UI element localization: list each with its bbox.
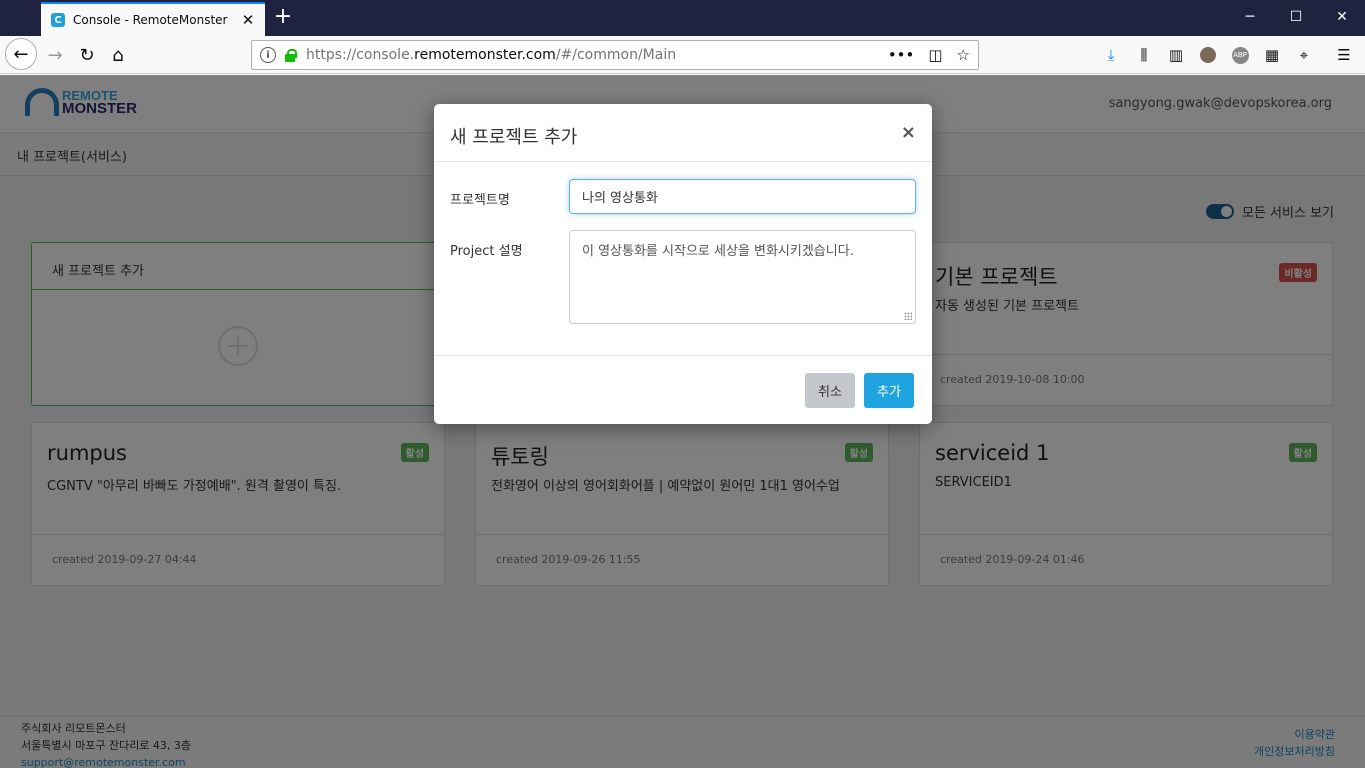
resize-grip-icon[interactable] (904, 312, 912, 320)
tab-title: Console - RemoteMonster (73, 13, 228, 27)
minimize-window-icon[interactable]: ─ (1227, 0, 1273, 34)
project-name-input[interactable] (569, 179, 916, 214)
url-text[interactable]: https://console.remotemonster.com/#/comm… (306, 47, 888, 63)
project-description-label: Project 설명 (450, 244, 523, 259)
new-tab-icon[interactable]: + (271, 4, 295, 30)
reload-icon[interactable]: ↻ (72, 40, 102, 70)
lock-icon (284, 49, 297, 62)
profile-avatar-icon[interactable] (1198, 45, 1218, 65)
downloads-icon[interactable]: ⤓ (1101, 45, 1121, 65)
project-name-label: 프로젝트명 (450, 193, 510, 208)
modal-header: 새 프로젝트 추가 × (434, 104, 932, 162)
browser-tab[interactable]: C Console - RemoteMonster ✕ (41, 2, 265, 36)
add-project-modal: 새 프로젝트 추가 × 프로젝트명 Project 설명 이 영상통화를 시작으… (434, 104, 932, 424)
close-icon[interactable]: × (901, 122, 916, 143)
extensions-icon[interactable]: ▦ (1262, 45, 1282, 65)
cancel-button[interactable]: 취소 (805, 373, 855, 408)
library-icon[interactable]: ⫼ (1134, 45, 1154, 65)
site-info-icon[interactable]: i (260, 47, 276, 63)
address-bar[interactable]: i https://console.remotemonster.com/#/co… (251, 40, 979, 70)
browser-nav-bar: ← → ↻ ⌂ i https://console.remotemonster.… (0, 36, 1365, 74)
maximize-window-icon[interactable]: ☐ (1273, 0, 1319, 34)
close-tab-icon[interactable]: ✕ (239, 11, 257, 29)
forward-icon[interactable]: → (40, 40, 70, 70)
close-window-icon[interactable]: ✕ (1319, 0, 1365, 34)
page-actions-icon[interactable]: ••• (888, 46, 915, 64)
modal-footer: 취소 추가 (434, 355, 932, 424)
page: REMOTE MONSTER sangyong.gwak@devopskorea… (0, 75, 1365, 768)
sidebar-icon[interactable]: ▥ (1166, 45, 1186, 65)
bookmark-star-icon[interactable]: ☆ (957, 46, 970, 64)
modal-title: 새 프로젝트 추가 (450, 127, 578, 148)
add-button[interactable]: 추가 (864, 373, 914, 408)
pocket-icon[interactable]: ◫ (928, 46, 942, 64)
project-description-input[interactable]: 이 영상통화를 시작으로 세상을 변화시키겠습니다. (569, 230, 916, 324)
site-favicon-icon: C (51, 13, 65, 27)
location-icon[interactable]: ⌖ (1294, 45, 1314, 65)
menu-icon[interactable]: ☰ (1334, 45, 1354, 65)
back-icon[interactable]: ← (5, 38, 37, 70)
home-icon[interactable]: ⌂ (103, 40, 133, 70)
browser-tab-bar: C Console - RemoteMonster ✕ + ─ ☐ ✕ (0, 0, 1365, 36)
adblock-icon[interactable]: ABP (1230, 45, 1250, 65)
